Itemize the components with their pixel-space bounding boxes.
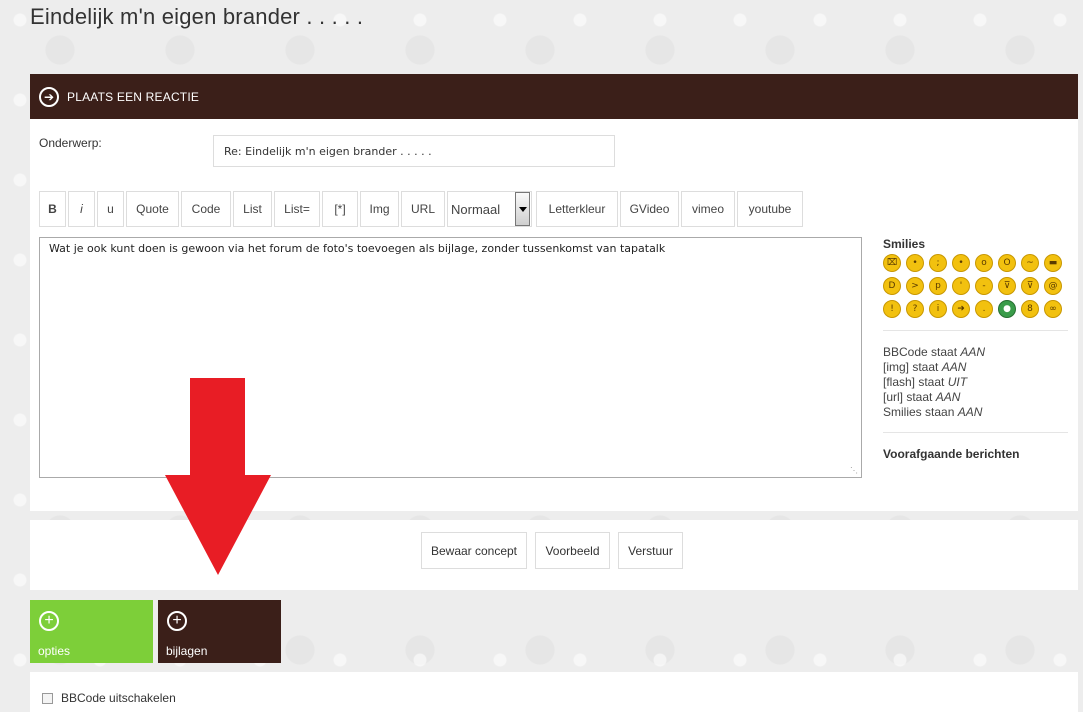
status-flash: [flash] staat UIT [883, 375, 968, 389]
smiley-neutral2-icon[interactable]: . [975, 300, 993, 318]
list-button[interactable]: List [233, 191, 272, 227]
url-button[interactable]: URL [401, 191, 445, 227]
plus-circle-icon: + [39, 611, 59, 631]
page-title: Eindelijk m'n eigen brander . . . . . [30, 4, 364, 29]
options-tile[interactable]: + opties [30, 600, 153, 663]
ordered-list-button[interactable]: List= [274, 191, 320, 227]
subject-input[interactable] [213, 135, 615, 167]
smiley-smile-icon[interactable]: • [952, 254, 970, 272]
smiley-eek-icon[interactable]: O [998, 254, 1016, 272]
smiley-green-icon[interactable]: ● [998, 300, 1016, 318]
font-size-select[interactable]: Normaal [447, 191, 532, 227]
divider [883, 432, 1068, 433]
idea-icon[interactable]: i [929, 300, 947, 318]
status-url: [url] staat AAN [883, 390, 961, 404]
smiley-mad-icon[interactable]: > [906, 277, 924, 295]
previous-posts-link[interactable]: Voorafgaande berichten [883, 447, 1068, 461]
smiley-razz-icon[interactable]: p [929, 277, 947, 295]
gvideo-button[interactable]: GVideo [620, 191, 679, 227]
letterkleur-button[interactable]: Letterkleur [536, 191, 618, 227]
smiley-uber-geek-icon[interactable]: ∞ [1044, 300, 1062, 318]
subject-label: Onderwerp: [39, 136, 102, 150]
status-img: [img] staat AAN [883, 360, 967, 374]
smiley-evil-icon[interactable]: ⊽ [998, 277, 1016, 295]
smiley-surprised-icon[interactable]: o [975, 254, 993, 272]
smiley-rolleyes-icon[interactable]: @ [1044, 277, 1062, 295]
smiley-geek-icon[interactable]: 8 [1021, 300, 1039, 318]
smiley-wink-icon[interactable]: ; [929, 254, 947, 272]
code-button[interactable]: Code [181, 191, 231, 227]
options-tile-label: opties [38, 644, 71, 658]
editor-sidebar: Smilies ⌧ • ; • o O ~ ▬ D > p ' - ⊽ ⊽ @ … [883, 237, 1068, 461]
exclamation-icon[interactable]: ! [883, 300, 901, 318]
header-title: PLAATS EEN REACTIE [67, 89, 200, 104]
youtube-button[interactable]: youtube [737, 191, 803, 227]
bold-button[interactable]: B [39, 191, 66, 227]
smiley-laugh-icon[interactable]: ⌧ [883, 254, 901, 272]
smiley-neutral-icon[interactable]: - [975, 277, 993, 295]
italic-button[interactable]: i [68, 191, 95, 227]
smiley-twisted-icon[interactable]: ⊽ [1021, 277, 1039, 295]
quote-button[interactable]: Quote [126, 191, 179, 227]
resize-grip-icon[interactable]: ⋱ [850, 466, 860, 476]
red-down-arrow-icon [165, 378, 271, 575]
save-draft-button[interactable]: Bewaar concept [421, 532, 527, 569]
smiley-cool-icon[interactable]: ▬ [1044, 254, 1062, 272]
arrow-icon[interactable]: ➜ [952, 300, 970, 318]
plus-circle-icon: + [167, 611, 187, 631]
preview-button[interactable]: Voorbeeld [535, 532, 610, 569]
submit-button[interactable]: Verstuur [618, 532, 683, 569]
disable-bbcode-label: BBCode uitschakelen [61, 691, 176, 705]
attachments-tile[interactable]: + bijlagen [158, 600, 281, 663]
smilies-title: Smilies [883, 237, 926, 251]
arrow-circle-icon: ➔ [39, 86, 59, 107]
options-panel: BBCode uitschakelen [30, 672, 1078, 712]
img-button[interactable]: Img [360, 191, 399, 227]
smiley-cry-icon[interactable]: ' [952, 277, 970, 295]
status-smilies: Smilies staan AAN [883, 405, 983, 419]
attachments-tile-label: bijlagen [166, 644, 208, 658]
bbcode-status: BBCode staat AAN [img] staat AAN [flash]… [883, 345, 1068, 420]
smiley-grin-icon[interactable]: • [906, 254, 924, 272]
divider [883, 330, 1068, 331]
status-bbcode: BBCode staat AAN [883, 345, 986, 359]
font-size-value: Normaal [451, 201, 501, 217]
disable-bbcode-checkbox[interactable] [42, 693, 53, 704]
vimeo-button[interactable]: vimeo [681, 191, 735, 227]
list-item-button[interactable]: [*] [322, 191, 358, 227]
smiley-lol-icon[interactable]: D [883, 277, 901, 295]
underline-button[interactable]: u [97, 191, 124, 227]
dropdown-arrow-icon [515, 192, 530, 226]
smiley-confused-icon[interactable]: ~ [1021, 254, 1039, 272]
question-icon[interactable]: ? [906, 300, 924, 318]
smilies-grid: ⌧ • ; • o O ~ ▬ D > p ' - ⊽ ⊽ @ ! ? i ➜ … [883, 254, 1068, 318]
post-reply-header: ➔ PLAATS EEN REACTIE [30, 74, 1078, 119]
